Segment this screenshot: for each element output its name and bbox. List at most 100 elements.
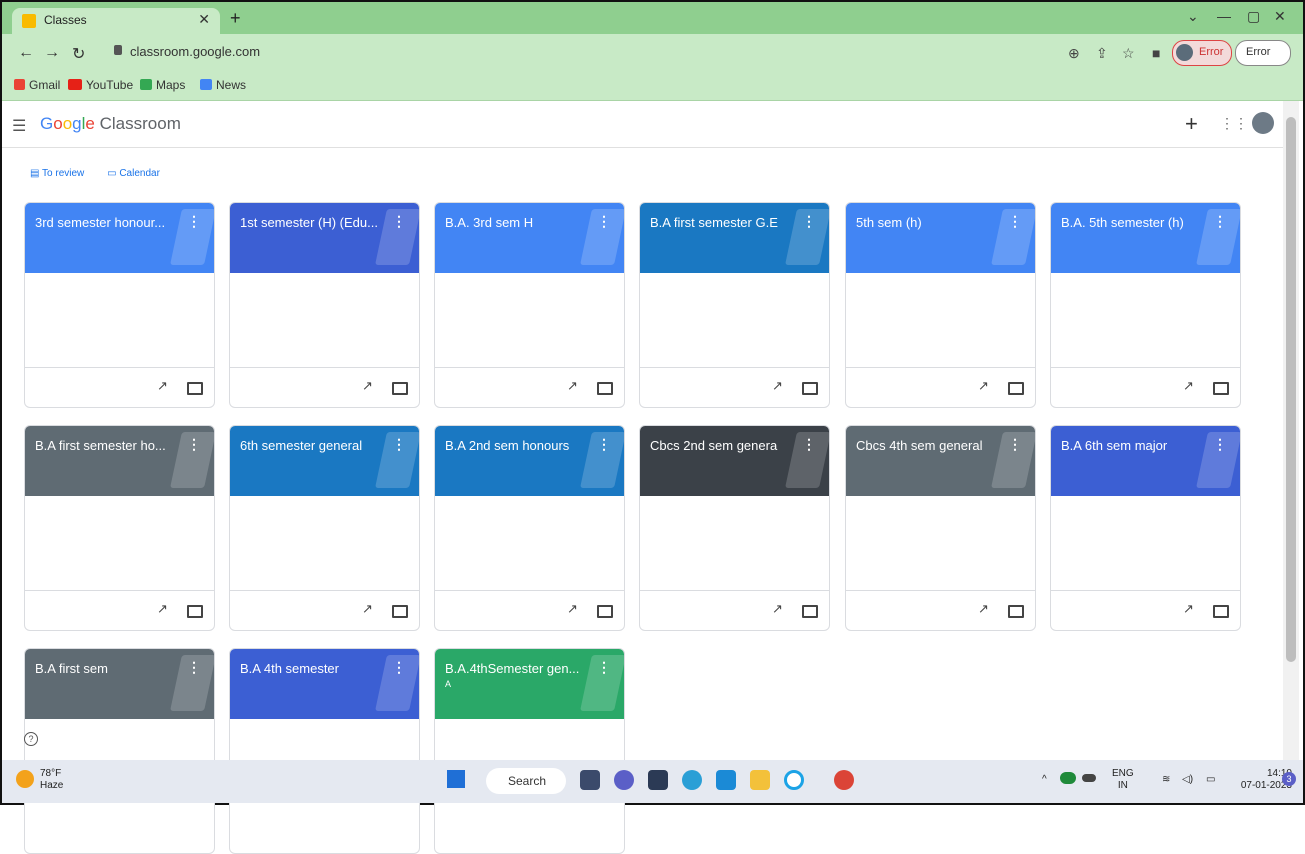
folder-icon[interactable] (1008, 605, 1024, 618)
class-title[interactable]: B.A. 3rd sem H (445, 215, 595, 230)
class-card-header[interactable]: Cbcs 4th sem general ⋮ (846, 426, 1035, 496)
trending-icon[interactable]: ↗ (157, 378, 168, 394)
class-title[interactable]: B.A first semester ho... (35, 438, 185, 453)
battery-icon[interactable]: ▭ (1206, 774, 1215, 786)
class-card-header[interactable]: Cbcs 2nd sem genera ⋮ (640, 426, 829, 496)
class-card[interactable]: B.A first sem ⋮ (24, 648, 215, 854)
trending-icon[interactable]: ↗ (772, 378, 783, 394)
main-menu-icon[interactable]: ☰ (12, 116, 26, 136)
chevron-down-icon[interactable]: ⌄ (1187, 8, 1199, 25)
profile-button[interactable]: Error (1172, 40, 1232, 66)
trending-icon[interactable]: ↗ (157, 601, 168, 617)
class-card-header[interactable]: B.A 2nd sem honours ⋮ (435, 426, 624, 496)
class-card[interactable]: B.A first semester ho... ⋮ ↗ (24, 425, 215, 631)
more-options-icon[interactable]: ⋮ (1008, 436, 1022, 453)
volume-icon[interactable]: ◁) (1182, 774, 1193, 786)
wifi-icon[interactable]: ≋ (1162, 774, 1170, 786)
folder-icon[interactable] (1213, 382, 1229, 395)
more-options-icon[interactable]: ⋮ (392, 436, 406, 453)
class-card[interactable]: B.A 4th semester ⋮ (229, 648, 420, 854)
help-icon[interactable]: ? (24, 732, 38, 746)
edge-icon[interactable] (682, 770, 702, 790)
trending-icon[interactable]: ↗ (772, 601, 783, 617)
more-options-icon[interactable]: ⋮ (392, 659, 406, 676)
more-options-icon[interactable]: ⋮ (1008, 213, 1022, 230)
cortana-icon[interactable] (784, 770, 804, 790)
folder-icon[interactable] (597, 382, 613, 395)
class-title[interactable]: B.A first semester G.E (650, 215, 800, 230)
tab-classes[interactable]: Classes ✕ (12, 8, 220, 34)
folder-icon[interactable] (187, 605, 203, 618)
more-options-icon[interactable]: ⋮ (802, 213, 816, 230)
more-options-icon[interactable]: ⋮ (802, 436, 816, 453)
chrome-icon[interactable] (834, 770, 854, 790)
side-panel-icon[interactable]: ■ (1152, 45, 1160, 61)
class-card-header[interactable]: B.A. 3rd sem H ⋮ (435, 203, 624, 273)
show-hidden-icons-icon[interactable]: ^ (1042, 774, 1047, 786)
class-card-header[interactable]: 5th sem (h) ⋮ (846, 203, 1035, 273)
trending-icon[interactable]: ↗ (362, 601, 373, 617)
folder-icon[interactable] (597, 605, 613, 618)
class-title[interactable]: 3rd semester honour... (35, 215, 185, 230)
calendar-link[interactable]: ▭ Calendar (107, 168, 170, 179)
more-options-icon[interactable]: ⋮ (597, 213, 611, 230)
class-title[interactable]: 1st semester (H) (Edu... (240, 215, 390, 230)
more-options-icon[interactable]: ⋮ (187, 659, 201, 676)
zoom-icon[interactable]: ⊕ (1068, 45, 1080, 62)
class-title[interactable]: B.A. 5th semester (h) (1061, 215, 1211, 230)
class-card[interactable]: B.A 6th sem major ⋮ ↗ (1050, 425, 1241, 631)
create-join-class-icon[interactable]: + (1185, 111, 1198, 137)
widgets-icon[interactable] (648, 770, 668, 790)
restore-icon[interactable]: ▢ (1247, 8, 1260, 25)
class-title[interactable]: 6th semester general (240, 438, 390, 453)
reload-icon[interactable]: ↻ (72, 44, 85, 64)
class-title[interactable]: B.A.4thSemester gen... (445, 661, 595, 676)
folder-icon[interactable] (392, 382, 408, 395)
more-options-icon[interactable]: ⋮ (1213, 436, 1227, 453)
folder-icon[interactable] (1008, 382, 1024, 395)
class-card[interactable]: 5th sem (h) ⋮ ↗ (845, 202, 1036, 408)
class-card-header[interactable]: B.A. 5th semester (h) ⋮ (1051, 203, 1240, 273)
folder-icon[interactable] (802, 382, 818, 395)
file-explorer-icon[interactable] (750, 770, 770, 790)
class-card[interactable]: Cbcs 2nd sem genera ⋮ ↗ (639, 425, 830, 631)
new-tab-icon[interactable]: + (230, 8, 241, 29)
class-card[interactable]: B.A. 3rd sem H ⋮ ↗ (434, 202, 625, 408)
to-review-link[interactable]: ▤ To review (30, 168, 94, 179)
class-card[interactable]: 3rd semester honour... ⋮ ↗ (24, 202, 215, 408)
address-bar[interactable]: classroom.google.com (102, 40, 1122, 64)
class-card-header[interactable]: B.A.4thSemester gen... A ⋮ (435, 649, 624, 719)
windows-start-icon[interactable] (447, 770, 465, 788)
trending-icon[interactable]: ↗ (1183, 378, 1194, 394)
trending-icon[interactable]: ↗ (567, 601, 578, 617)
class-card-header[interactable]: B.A first sem ⋮ (25, 649, 214, 719)
bookmark-maps[interactable]: Maps (140, 78, 185, 92)
forward-icon[interactable]: → (44, 44, 60, 62)
bookmark-youtube[interactable]: YouTube (68, 78, 133, 92)
task-view-icon[interactable] (580, 770, 600, 790)
bookmark-star-icon[interactable]: ☆ (1122, 45, 1135, 62)
lenovo-app-icon[interactable] (716, 770, 736, 790)
back-icon[interactable]: ← (18, 44, 34, 62)
class-card-header[interactable]: 1st semester (H) (Edu... ⋮ (230, 203, 419, 273)
folder-icon[interactable] (1213, 605, 1229, 618)
class-card[interactable]: Cbcs 4th sem general ⋮ ↗ (845, 425, 1036, 631)
more-options-icon[interactable]: ⋮ (597, 659, 611, 676)
account-avatar[interactable] (1252, 112, 1274, 134)
teams-chat-icon[interactable] (614, 770, 634, 790)
trending-icon[interactable]: ↗ (978, 601, 989, 617)
notification-badge[interactable]: 3 (1282, 772, 1296, 786)
class-card-header[interactable]: 3rd semester honour... ⋮ (25, 203, 214, 273)
class-title[interactable]: B.A 4th semester (240, 661, 390, 676)
class-card-header[interactable]: B.A 4th semester ⋮ (230, 649, 419, 719)
bookmark-news[interactable]: News (200, 78, 246, 92)
minimize-icon[interactable]: — (1217, 8, 1231, 24)
class-card[interactable]: 6th semester general ⋮ ↗ (229, 425, 420, 631)
class-card-header[interactable]: 6th semester general ⋮ (230, 426, 419, 496)
trending-icon[interactable]: ↗ (978, 378, 989, 394)
taskbar-search[interactable]: Search (486, 768, 566, 794)
class-card[interactable]: B.A first semester G.E ⋮ ↗ (639, 202, 830, 408)
close-window-icon[interactable]: ✕ (1274, 8, 1286, 25)
trending-icon[interactable]: ↗ (567, 378, 578, 394)
language-indicator[interactable]: ENG IN (1112, 768, 1134, 792)
